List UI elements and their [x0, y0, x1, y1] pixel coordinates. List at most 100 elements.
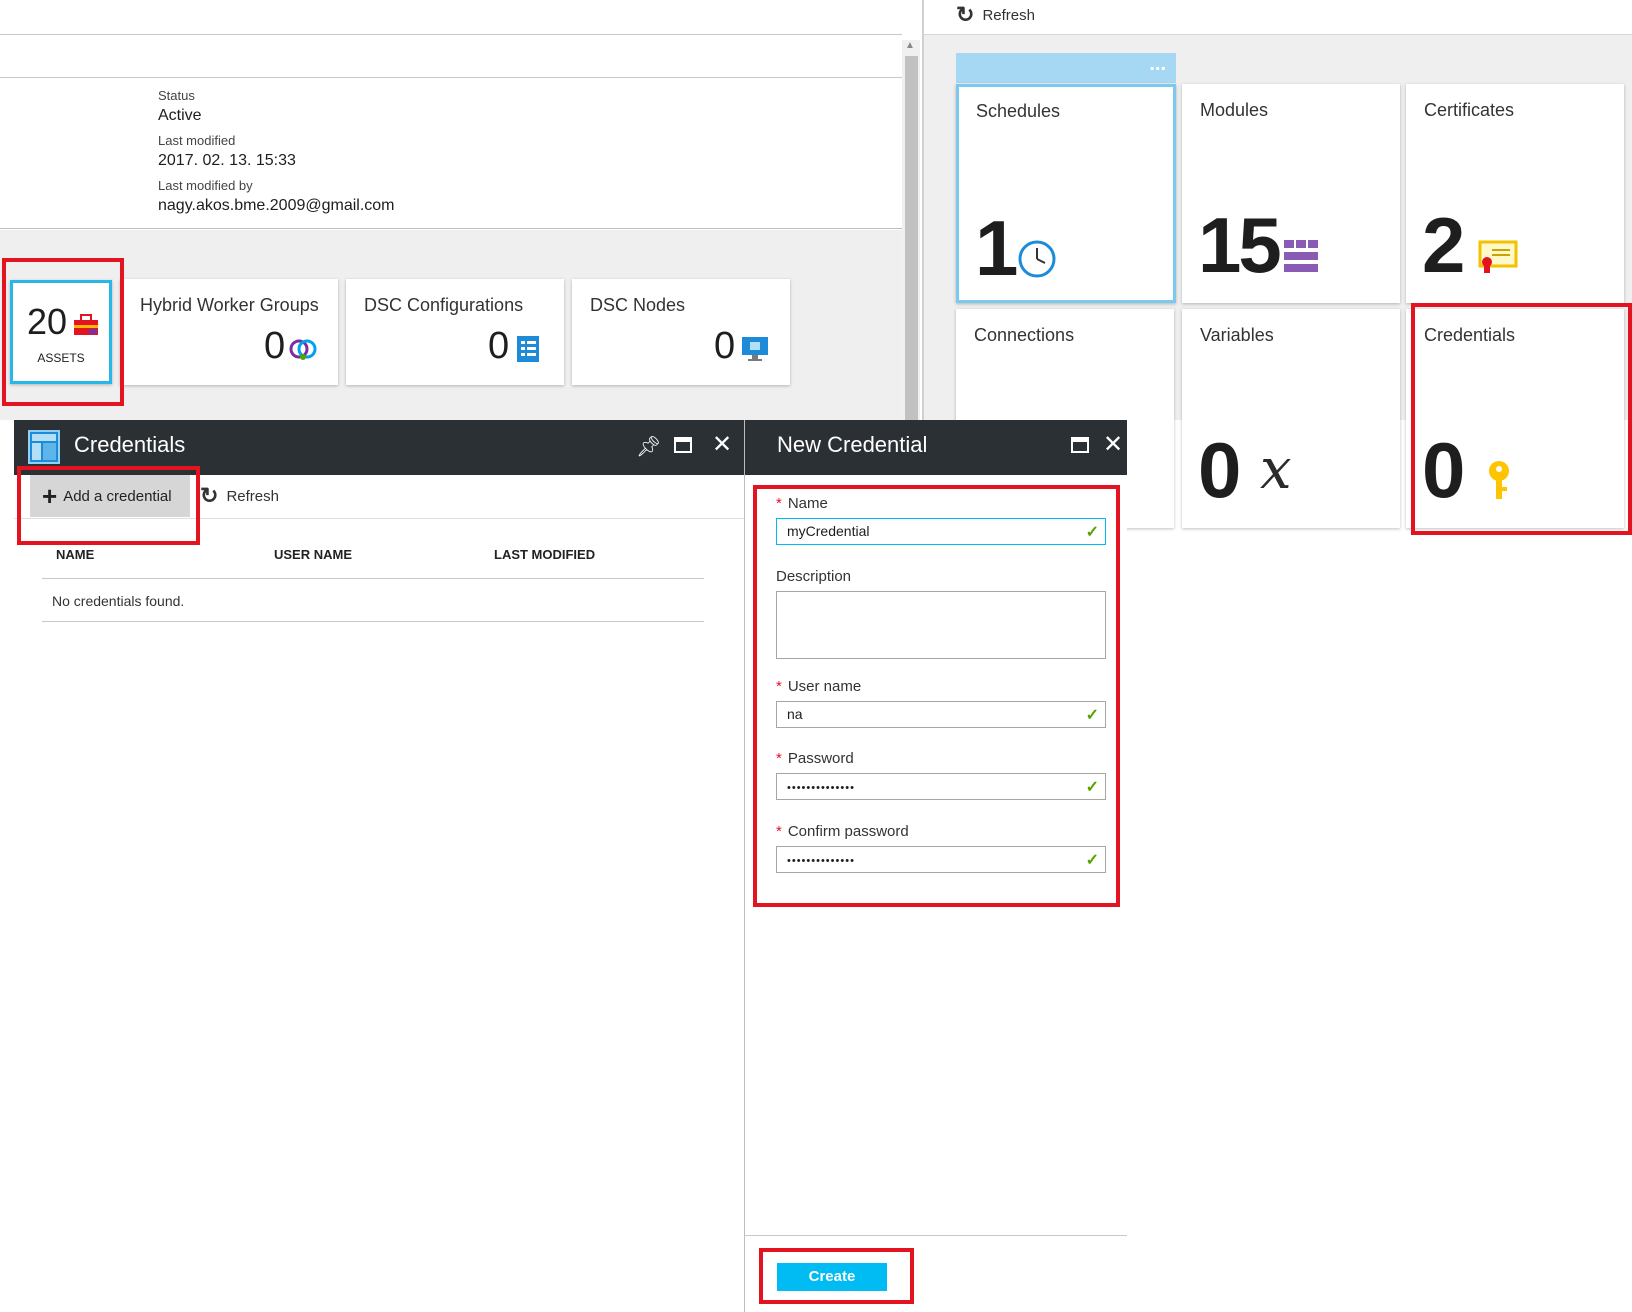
create-button[interactable]: Create [777, 1263, 887, 1291]
schedules-tile[interactable]: Schedules 1 [956, 84, 1176, 303]
tile-title: DSC Nodes [590, 295, 686, 315]
username-input[interactable]: na ✓ [776, 701, 1106, 728]
refresh-icon: ↻ [200, 483, 219, 508]
maximize-icon[interactable] [1071, 436, 1089, 459]
tile-count: 0 [488, 325, 510, 367]
modules-tile[interactable]: Modules 15 [1182, 84, 1400, 303]
status-label: Status [158, 88, 195, 103]
dsc-nodes-tile[interactable]: DSC Nodes 0 [572, 279, 790, 385]
confirm-password-value: •••••••••••••• [787, 855, 855, 867]
tile-title: Modules [1200, 100, 1269, 120]
variables-tile[interactable]: Variables 0 x [1182, 309, 1400, 528]
description-label: Description [776, 568, 852, 585]
name-label: * Name [776, 495, 828, 512]
divider [0, 77, 902, 78]
divider [0, 228, 902, 229]
password-value: •••••••••••••• [787, 782, 855, 794]
scrollbar-thumb[interactable] [905, 56, 918, 420]
more-options-button[interactable]: ... [1149, 53, 1166, 76]
refresh-label: Refresh [226, 487, 279, 505]
key-icon [1486, 459, 1512, 508]
tile-count: 0 [264, 325, 286, 367]
status-value: Active [158, 107, 202, 124]
hybrid-worker-groups-tile[interactable]: Hybrid Worker Groups 0 [120, 279, 338, 385]
column-header-last-modified[interactable]: LAST MODIFIED [494, 547, 595, 562]
maximize-icon[interactable] [674, 436, 692, 459]
name-input[interactable]: myCredential ✓ [776, 518, 1106, 545]
tile-title: Variables [1200, 325, 1274, 345]
password-input[interactable]: •••••••••••••• ✓ [776, 773, 1106, 800]
refresh-icon: ↻ [956, 2, 975, 27]
description-input[interactable] [776, 591, 1106, 659]
blade-icon [28, 430, 60, 469]
blade-title: Credentials [74, 432, 186, 457]
username-value: na [787, 706, 803, 722]
tile-title: Credentials [1424, 325, 1516, 345]
tile-count: 0 [1198, 426, 1241, 514]
dsc-configurations-tile[interactable]: DSC Configurations 0 [346, 279, 564, 385]
check-icon: ✓ [1085, 779, 1099, 796]
username-label: * User name [776, 678, 862, 695]
tile-context-bar: ... [956, 53, 1176, 83]
modules-grid-icon [1284, 240, 1320, 279]
assets-toolbar: ↻ Refresh [924, 0, 1632, 35]
required-asterisk: * [776, 750, 782, 767]
tile-title: Schedules [976, 101, 1061, 121]
tile-title: DSC Configurations [364, 295, 524, 315]
last-modified-by-label: Last modified by [158, 178, 253, 193]
blade-title: New Credential [777, 432, 928, 457]
check-icon: ✓ [1085, 524, 1099, 541]
assets-refresh-button[interactable]: ↻ Refresh [956, 2, 1035, 28]
tile-title: Certificates [1424, 100, 1515, 120]
name-value: myCredential [787, 523, 870, 539]
toolbox-icon [73, 313, 99, 342]
last-modified-value: 2017. 02. 13. 15:33 [158, 152, 296, 169]
divider [0, 34, 902, 35]
check-icon: ✓ [1085, 852, 1099, 869]
credentials-refresh-button[interactable]: ↻ Refresh [200, 483, 279, 509]
empty-state-text: No credentials found. [52, 593, 185, 609]
assets-count: 20 [27, 301, 68, 342]
divider [42, 621, 704, 622]
divider [14, 518, 744, 519]
confirm-password-label: * Confirm password [776, 823, 909, 840]
assets-label: ASSETS [37, 351, 85, 365]
tile-count: 0 [714, 325, 736, 367]
check-icon: ✓ [1085, 707, 1099, 724]
blade-header: New Credential ✕ [745, 420, 1127, 475]
credentials-tile[interactable]: Credentials 0 [1406, 309, 1624, 528]
required-asterisk: * [776, 823, 782, 840]
column-header-name[interactable]: NAME [56, 547, 94, 562]
assets-tile[interactable]: 20 ASSETS [10, 280, 112, 384]
last-modified-label: Last modified [158, 133, 236, 148]
close-icon[interactable]: ✕ [1103, 430, 1123, 459]
tile-count: 1 [975, 204, 1018, 292]
add-credential-label: Add a credential [63, 487, 172, 505]
close-icon[interactable]: ✕ [712, 430, 732, 459]
column-header-user-name[interactable]: USER NAME [274, 547, 352, 562]
plus-icon: + [42, 480, 58, 511]
monitor-icon [740, 335, 770, 368]
blade-header: Credentials 📌︎ ✕ [14, 420, 744, 475]
variable-x-icon: x [1260, 437, 1292, 502]
tile-count: 0 [1422, 426, 1465, 514]
checklist-icon [516, 335, 540, 368]
divider [42, 578, 704, 579]
certificates-tile[interactable]: Certificates 2 [1406, 84, 1624, 303]
refresh-label: Refresh [982, 6, 1035, 24]
pin-icon[interactable]: 📌︎ [636, 434, 661, 459]
last-modified-by-value: nagy.akos.bme.2009@gmail.com [158, 197, 395, 214]
hybrid-worker-icon [288, 335, 318, 368]
required-asterisk: * [776, 678, 782, 695]
add-credential-button[interactable]: + Add a credential [30, 475, 190, 517]
clock-icon [1017, 239, 1057, 284]
divider [745, 1235, 1127, 1236]
tile-count: 2 [1422, 201, 1465, 289]
password-label: * Password [776, 750, 854, 767]
required-asterisk: * [776, 495, 782, 512]
new-credential-blade: New Credential ✕ * Name myCredential ✓ De… [744, 420, 1127, 1312]
scroll-up-arrow-icon[interactable]: ▲ [905, 40, 915, 51]
tile-title: Hybrid Worker Groups [140, 295, 319, 315]
confirm-password-input[interactable]: •••••••••••••• ✓ [776, 846, 1106, 873]
tile-count: 15 [1198, 201, 1282, 289]
